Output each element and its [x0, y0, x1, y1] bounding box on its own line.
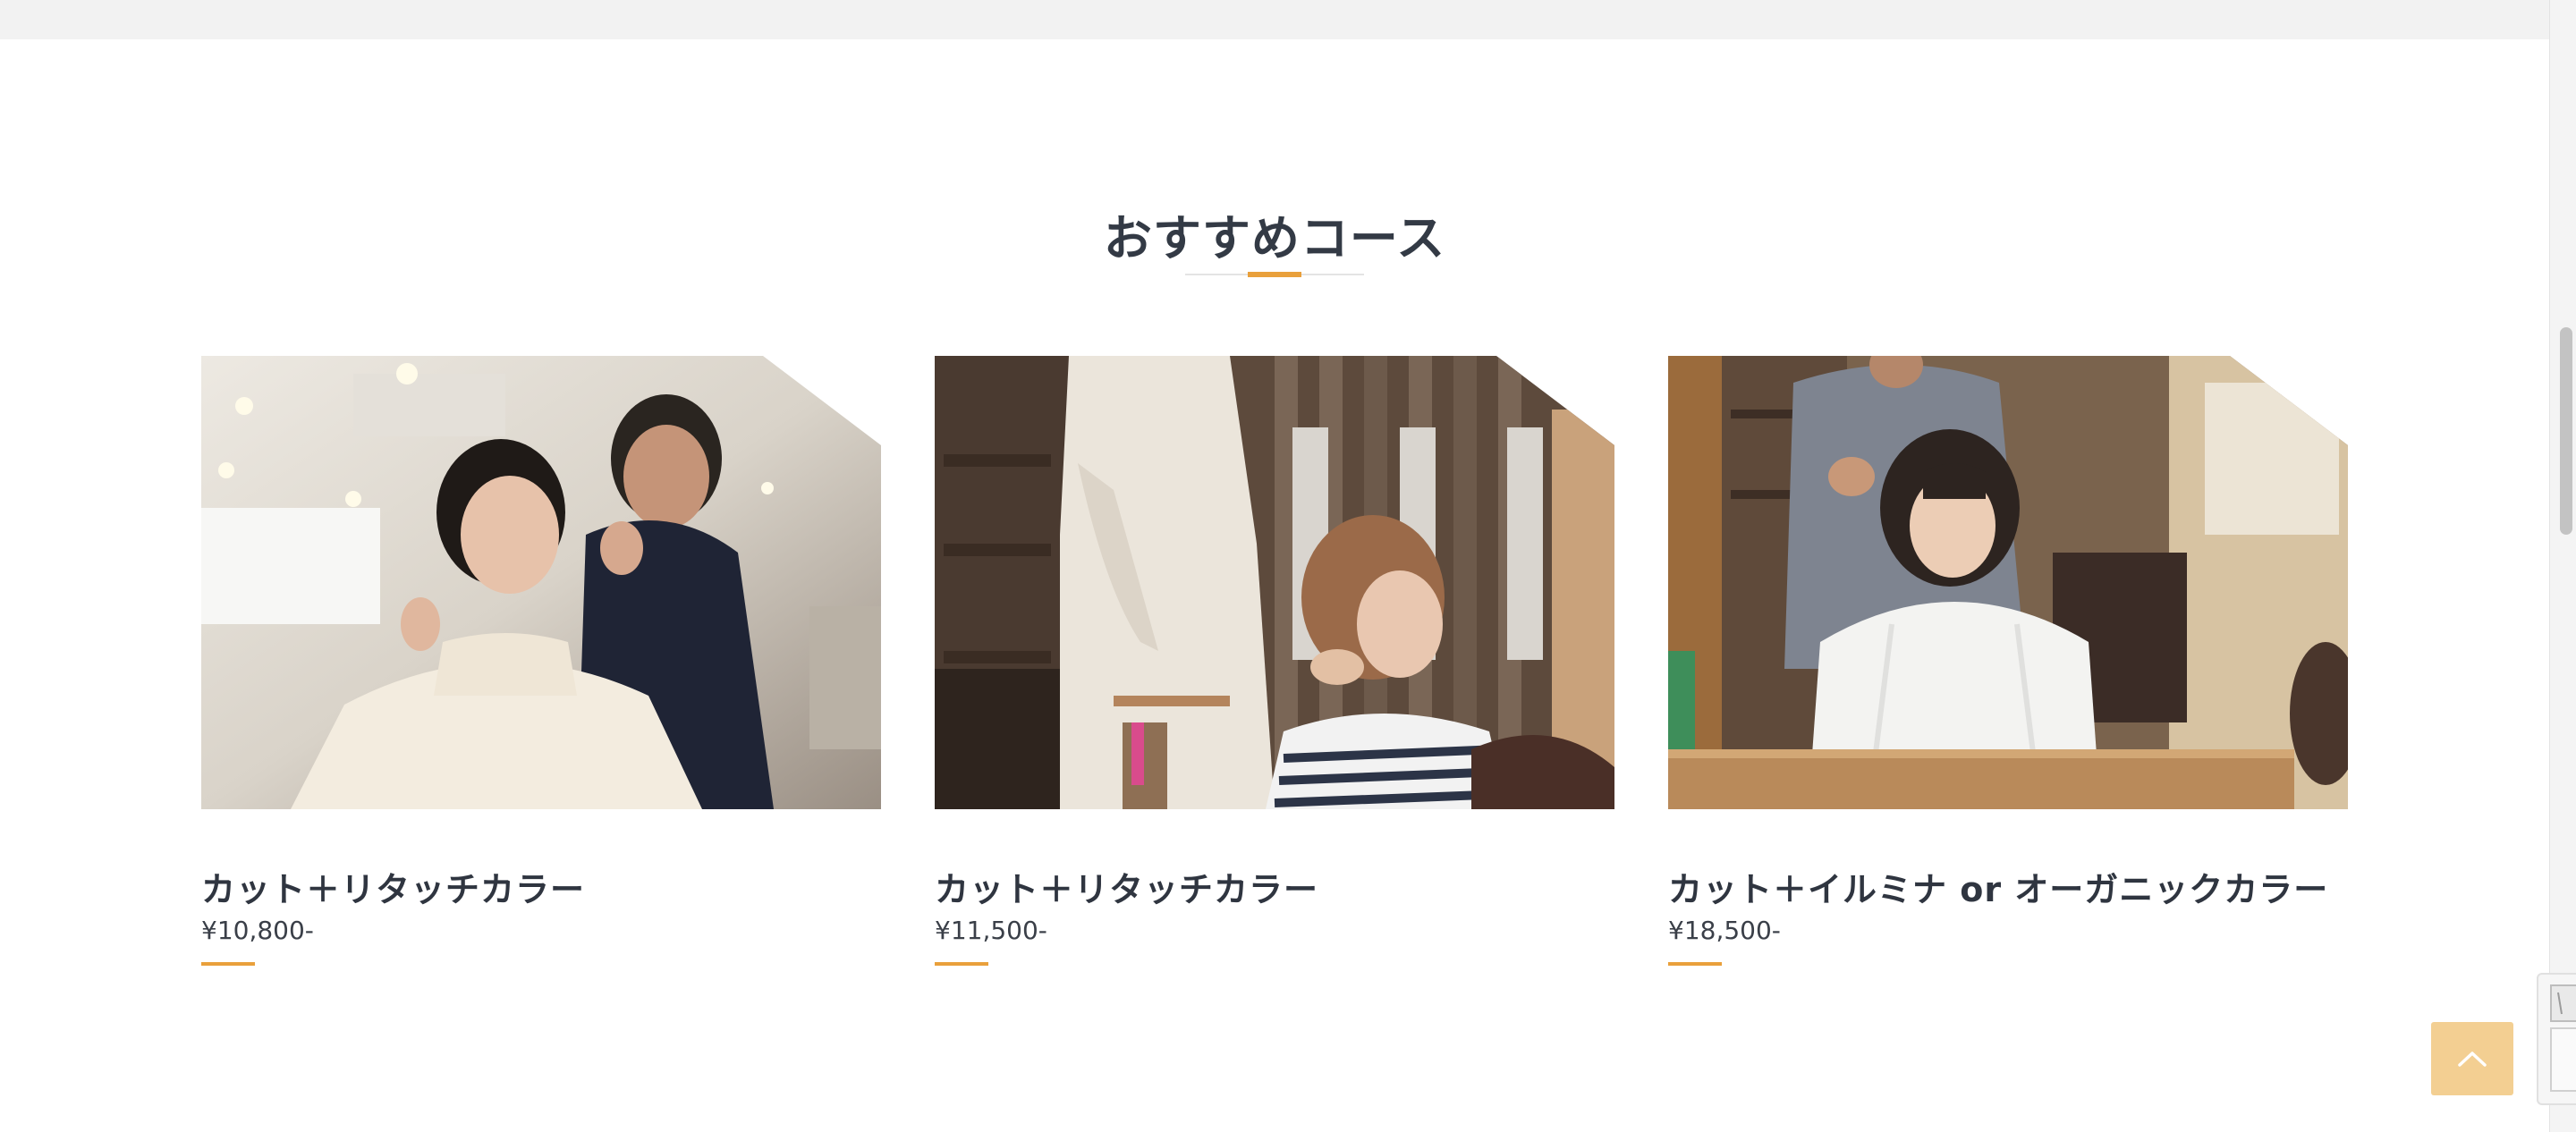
course-photo[interactable] — [201, 356, 881, 809]
side-widget[interactable] — [2537, 973, 2576, 1105]
course-card[interactable]: カット＋イルミナ or オーガニックカラー ¥18,500- — [1668, 356, 2348, 966]
course-card[interactable]: カット＋リタッチカラー ¥10,800- — [201, 356, 881, 966]
section-title: おすすめコース — [1103, 210, 1446, 266]
scrollbar[interactable] — [2549, 0, 2576, 1132]
salon-photo-1 — [201, 356, 881, 809]
course-photo[interactable] — [1668, 356, 2348, 809]
course-price: ¥18,500- — [1668, 916, 1781, 945]
top-band — [0, 0, 2549, 39]
salon-photo-2 — [935, 356, 1614, 809]
course-title[interactable]: カット＋イルミナ or オーガニックカラー — [1668, 862, 2328, 911]
course-title[interactable]: カット＋リタッチカラー — [935, 862, 1318, 911]
card-accent — [1668, 962, 1722, 966]
title-underline-accent — [1248, 272, 1301, 277]
course-price: ¥11,500- — [935, 916, 1047, 945]
course-title[interactable]: カット＋リタッチカラー — [201, 862, 585, 911]
course-price: ¥10,800- — [201, 916, 314, 945]
card-accent — [201, 962, 255, 966]
widget-thumbnail-icon — [2550, 984, 2576, 1092]
salon-photo-3 — [1668, 356, 2348, 809]
course-card[interactable]: カット＋リタッチカラー ¥11,500- — [935, 356, 1614, 966]
back-to-top-button[interactable] — [2431, 1022, 2513, 1095]
chevron-up-icon — [2458, 1052, 2487, 1067]
scrollbar-thumb[interactable] — [2560, 327, 2572, 535]
course-photo[interactable] — [935, 356, 1614, 809]
card-accent — [935, 962, 988, 966]
